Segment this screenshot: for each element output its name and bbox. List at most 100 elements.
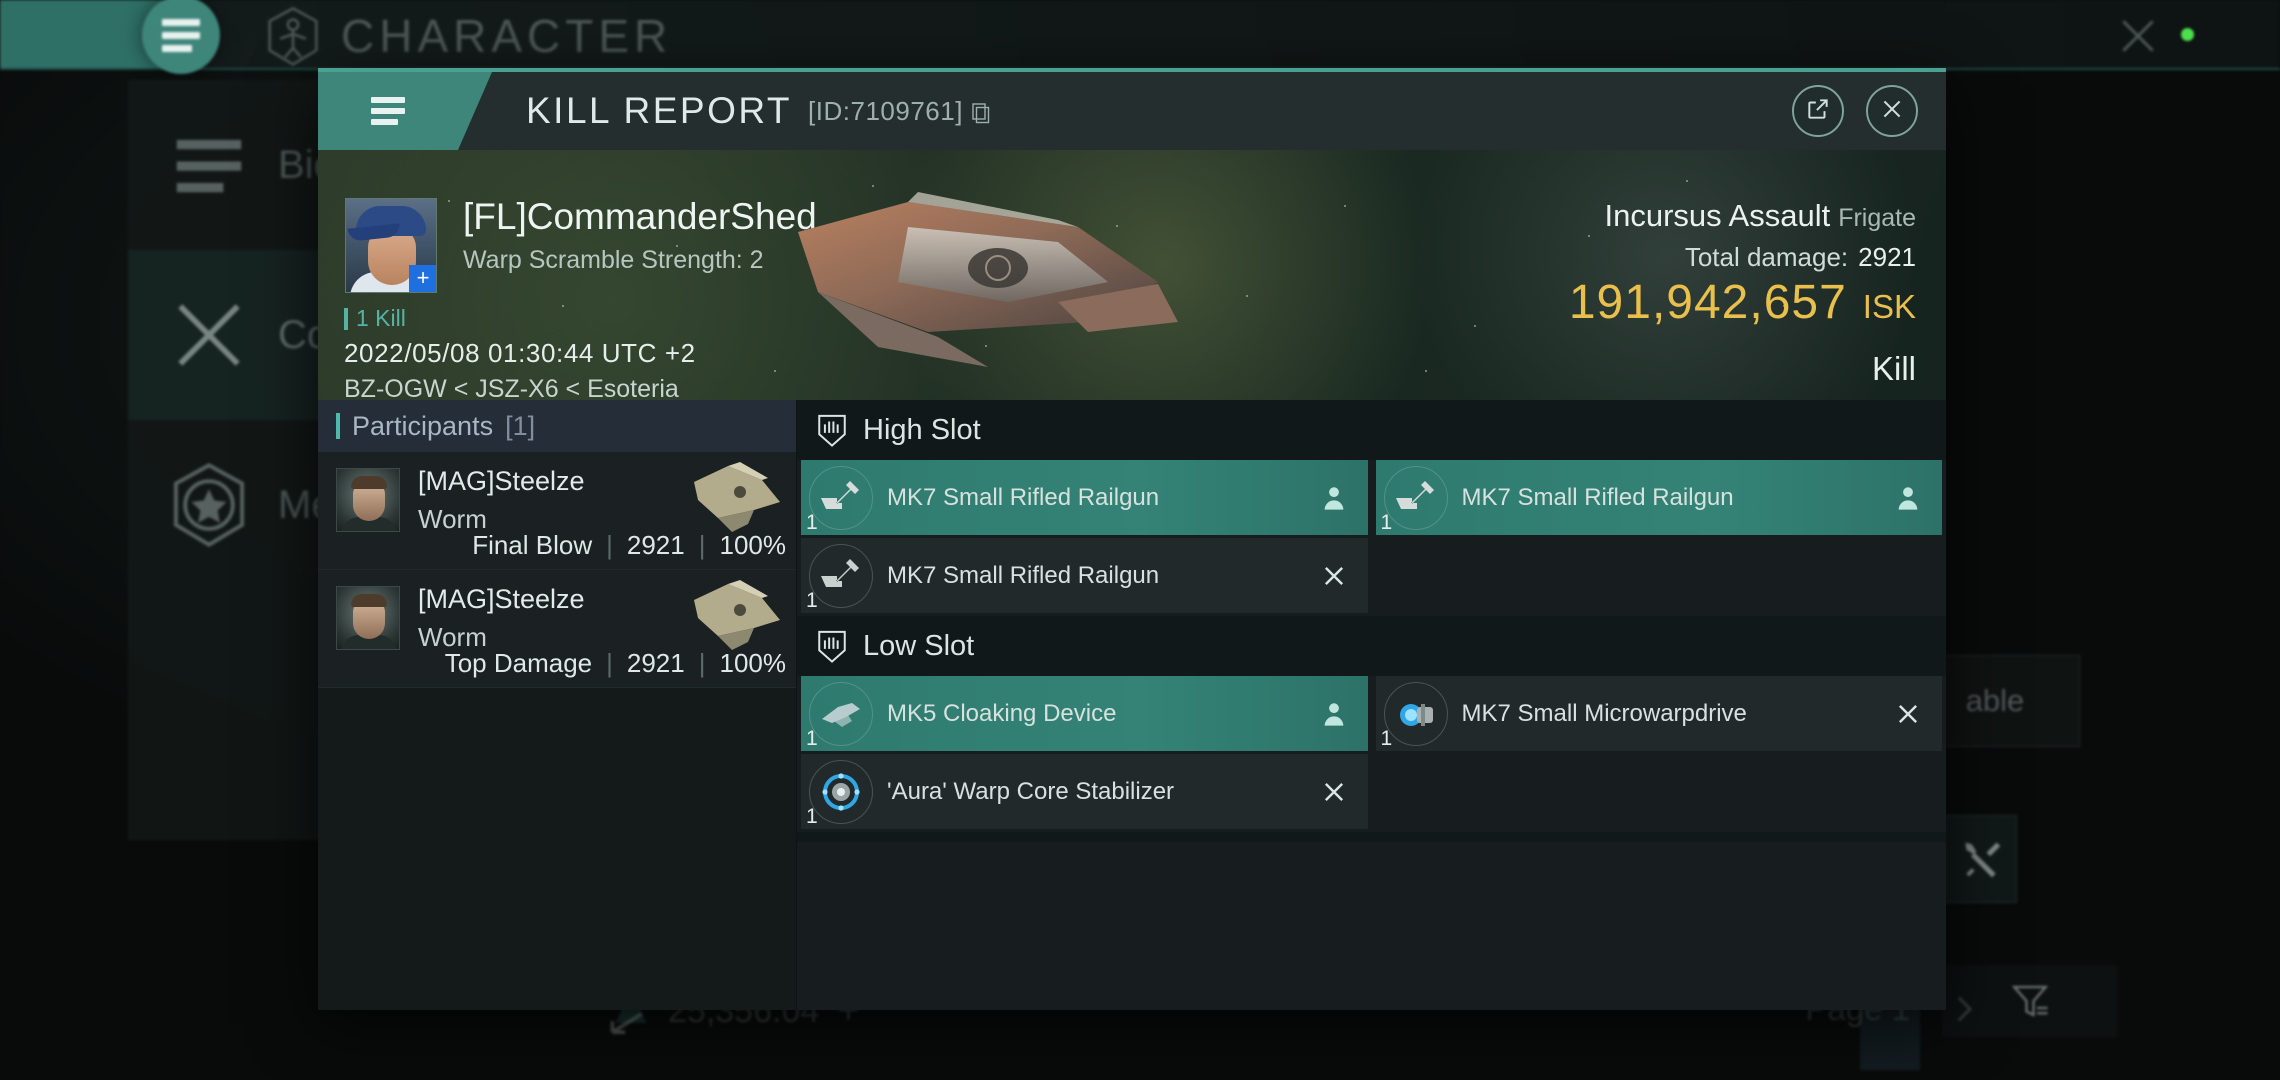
background-page-title: CHARACTER bbox=[265, 6, 672, 66]
avatar bbox=[336, 586, 400, 650]
avatar-add-badge[interactable]: + bbox=[409, 265, 436, 292]
screen: CHARACTER Bio Co Me able 25,356.04 + KIL… bbox=[0, 0, 2280, 1080]
funnel-icon bbox=[2009, 980, 2051, 1022]
module-item[interactable]: 1 MK7 Small Rifled Railgun bbox=[801, 538, 1368, 613]
warpcore-icon: 1 bbox=[806, 759, 873, 828]
close-button[interactable] bbox=[1866, 85, 1918, 137]
chevron-right-icon[interactable] bbox=[1946, 992, 1980, 1026]
railgun-icon: 1 bbox=[806, 465, 873, 534]
module-slot-empty bbox=[1376, 754, 1943, 829]
wrench-hammer-icon bbox=[1959, 837, 2003, 881]
table-row[interactable]: [MAG]Steelze Worm Top Damage | 2921 | 10… bbox=[318, 570, 796, 688]
participant-damage: 2921 bbox=[626, 648, 685, 678]
slot-header-mid-clipped: Mid Slot bbox=[797, 832, 1946, 842]
divider: | bbox=[698, 648, 706, 678]
close-icon bbox=[1894, 700, 1922, 728]
module-item[interactable]: 1 MK7 Small Rifled Railgun bbox=[801, 460, 1368, 535]
module-qty: 1 bbox=[1380, 510, 1393, 534]
external-link-icon bbox=[1805, 96, 1831, 127]
external-link-button[interactable] bbox=[1792, 85, 1844, 137]
isk-value: 191,942,657 ISK bbox=[1569, 275, 1916, 330]
slot-shield-icon bbox=[815, 841, 849, 842]
background-close-button[interactable] bbox=[2116, 14, 2160, 58]
table-row[interactable]: [MAG]Steelze Worm Final Blow | 2921 | 10… bbox=[318, 452, 796, 570]
total-damage-label: Total damage: bbox=[1684, 242, 1849, 272]
kill-report-modal: KILL REPORT [ID:7109761] + [FL]Commander… bbox=[318, 68, 1946, 1010]
module-item[interactable]: 1 'Aura' Warp Core Stabilizer bbox=[801, 754, 1368, 829]
total-damage-value: 2921 bbox=[1858, 242, 1916, 272]
module-qty: 1 bbox=[806, 726, 818, 750]
background-tools-button[interactable] bbox=[1945, 815, 2017, 903]
modal-header: KILL REPORT [ID:7109761] bbox=[318, 72, 1946, 150]
slot-shield-icon bbox=[815, 627, 849, 665]
kill-hero-banner: + [FL]CommanderShed Warp Scramble Streng… bbox=[318, 150, 1946, 400]
close-icon bbox=[1320, 778, 1348, 806]
participants-header: Participants [1] bbox=[318, 400, 796, 452]
background-able-label: able bbox=[1965, 683, 2025, 718]
participants-count: [1] bbox=[505, 410, 536, 441]
divider: | bbox=[606, 530, 613, 560]
module-item[interactable]: 1 MK5 Cloaking Device bbox=[801, 676, 1368, 751]
hamburger-icon bbox=[162, 18, 200, 52]
module-name: MK7 Small Microwarpdrive bbox=[1461, 699, 1747, 727]
background-resize-handle[interactable] bbox=[605, 1010, 649, 1036]
hamburger-icon bbox=[371, 97, 405, 125]
victim-avatar[interactable]: + bbox=[345, 198, 437, 293]
module-name: 'Aura' Warp Core Stabilizer bbox=[887, 777, 1175, 805]
divider: | bbox=[606, 648, 613, 678]
background-title-text: CHARACTER bbox=[341, 10, 673, 62]
isk-currency: ISK bbox=[1862, 288, 1916, 325]
kill-result-label: Kill bbox=[1871, 350, 1916, 387]
victim-ship-render bbox=[758, 172, 1228, 392]
modal-header-actions bbox=[1792, 85, 1918, 137]
participant-stats: Top Damage | 2921 | 100% bbox=[445, 648, 786, 679]
person-icon bbox=[1894, 484, 1922, 512]
participant-role: Final Blow bbox=[472, 530, 593, 560]
slot-shield-icon bbox=[815, 411, 849, 449]
participants-title: Participants bbox=[352, 410, 494, 441]
person-icon bbox=[1320, 484, 1348, 512]
participant-percent: 100% bbox=[719, 648, 787, 678]
star-badge-icon bbox=[166, 462, 252, 548]
module-name: MK5 Cloaking Device bbox=[887, 699, 1117, 727]
railgun-icon: 1 bbox=[806, 543, 873, 612]
module-qty: 1 bbox=[806, 510, 818, 534]
ship-class-text: Frigate bbox=[1838, 204, 1916, 232]
modal-title: KILL REPORT bbox=[526, 90, 793, 131]
divider: | bbox=[698, 530, 706, 560]
participant-name: [MAG]Steelze bbox=[418, 584, 585, 614]
railgun-icon: 1 bbox=[1381, 465, 1448, 534]
module-item[interactable]: 1 MK7 Small Microwarpdrive bbox=[1375, 676, 1942, 751]
copy-icon[interactable] bbox=[971, 100, 991, 124]
participant-name: [MAG]Steelze bbox=[418, 466, 585, 496]
modal-id-label: [ID:7109761] bbox=[808, 95, 963, 126]
ship-name-text: Incursus Assault bbox=[1604, 198, 1831, 233]
participant-damage: 2921 bbox=[626, 530, 685, 560]
slot-title: Low Slot bbox=[863, 629, 975, 662]
list-icon bbox=[166, 122, 252, 208]
module-grid-high: 1 MK7 Small Rifled Railgun 1 MK7 Small R… bbox=[797, 460, 1946, 616]
vitruvian-man-icon bbox=[265, 6, 321, 66]
module-grid-low: 1 MK5 Cloaking Device 1 MK7 Small Microw… bbox=[797, 676, 1946, 832]
mwd-icon: 1 bbox=[1381, 681, 1448, 750]
participants-column: Participants [1] [MAG]Steelze Worm Final… bbox=[318, 400, 796, 1010]
isk-amount: 191,942,657 bbox=[1568, 276, 1847, 329]
victim-warp-scramble: Warp Scramble Strength: 2 bbox=[463, 246, 764, 274]
module-qty: 1 bbox=[806, 804, 818, 828]
modal-menu-button[interactable] bbox=[318, 72, 492, 150]
module-name: MK7 Small Rifled Railgun bbox=[1461, 483, 1734, 511]
modal-body: Participants [1] [MAG]Steelze Worm Final… bbox=[318, 400, 1946, 1010]
crossed-swords-icon bbox=[166, 292, 252, 378]
victim-ship-name: Incursus Assault Frigate bbox=[1604, 198, 1916, 234]
kill-timestamp: 2022/05/08 01:30:44 UTC +2 bbox=[344, 338, 696, 368]
module-slot-empty bbox=[1376, 538, 1943, 613]
module-name: MK7 Small Rifled Railgun bbox=[887, 561, 1160, 589]
person-icon bbox=[1320, 700, 1348, 728]
module-item[interactable]: 1 MK7 Small Rifled Railgun bbox=[1375, 460, 1942, 535]
modal-id[interactable]: [ID:7109761] bbox=[808, 96, 991, 127]
participant-stats: Final Blow | 2921 | 100% bbox=[472, 530, 786, 561]
slot-header-low: Low Slot bbox=[797, 616, 1946, 676]
status-indicator-dot bbox=[2181, 28, 2194, 41]
module-qty: 1 bbox=[806, 588, 818, 612]
module-qty: 1 bbox=[1380, 726, 1393, 750]
